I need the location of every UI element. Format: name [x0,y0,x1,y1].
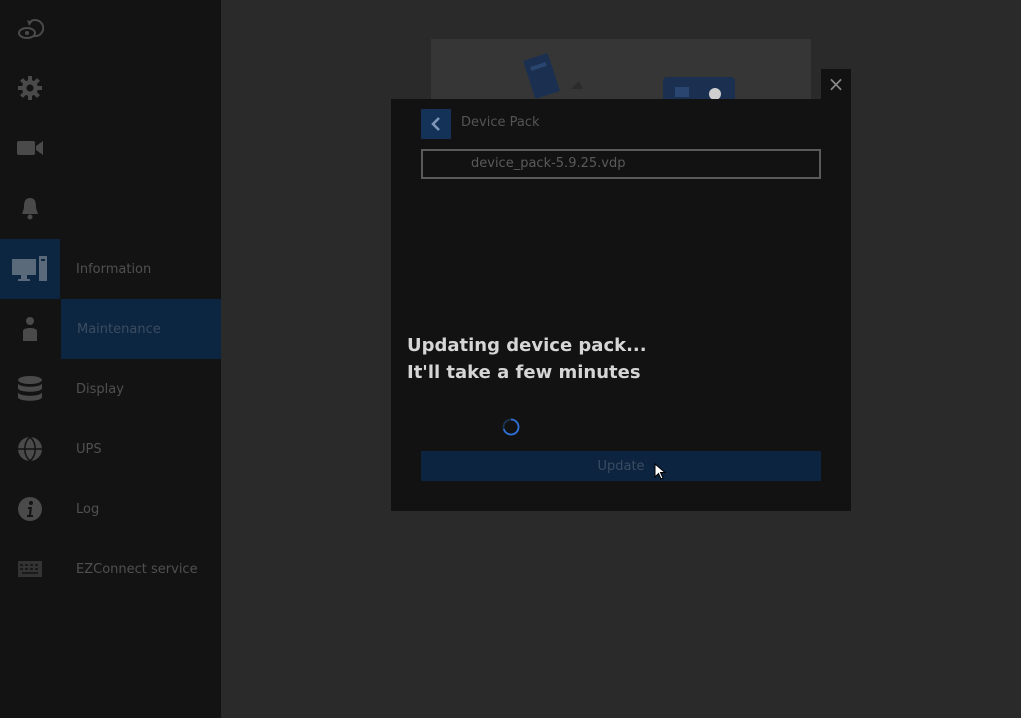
globe-icon [18,436,42,462]
rail-alarm-button[interactable] [0,178,60,238]
icon-rail [0,0,60,718]
submenu-item-label: Maintenance [77,321,161,337]
submenu-item-label: UPS [76,441,102,457]
database-icon [18,376,42,401]
loading-spinner-icon [502,418,520,436]
submenu-item-display[interactable]: Display [60,359,221,419]
submenu-item-label: Log [76,501,100,517]
close-icon: × [827,72,845,96]
close-button[interactable]: × [821,69,851,99]
update-button[interactable]: Update [421,451,821,481]
chevron-left-icon [431,117,440,131]
back-button[interactable] [421,109,451,139]
file-name-field[interactable]: device_pack-5.9.25.vdp [421,149,821,179]
monitor-icon [12,256,47,281]
info-icon [18,497,42,521]
rail-info-button[interactable] [0,479,60,539]
progress-message-line2: It'll take a few minutes [407,362,641,383]
rail-system-button[interactable] [0,239,60,299]
progress-message-line1: Updating device pack... [407,335,647,356]
rail-network-button[interactable] [0,419,60,479]
rail-storage-button[interactable] [0,359,60,419]
submenu-item-label: Information [76,261,152,277]
rail-ezconnect-button[interactable] [0,539,60,599]
keyboard-icon [18,561,42,577]
system-submenu: Information Maintenance Display UPS Log … [60,0,221,718]
update-button-label: Update [597,458,645,474]
rail-undo-button[interactable] [0,0,60,60]
rail-user-button[interactable] [0,299,60,359]
submenu-item-ups[interactable]: UPS [60,419,221,479]
bell-icon [22,198,38,220]
mouse-cursor-icon [654,463,667,480]
rail-camera-button[interactable] [0,118,60,178]
submenu-item-maintenance[interactable]: Maintenance [61,299,221,359]
submenu-item-label: Display [76,381,124,397]
file-name-value: device_pack-5.9.25.vdp [471,156,626,171]
camera-icon [17,141,43,155]
dialog-title: Device Pack [461,115,540,130]
rail-settings-button[interactable] [0,58,60,118]
undo-eye-icon [18,19,44,39]
submenu-item-label: EZConnect service [76,561,198,577]
submenu-item-log[interactable]: Log [60,479,221,539]
gear-icon [18,76,42,100]
progress-message: Updating device pack... It'll take a few… [407,332,647,386]
device-pack-dialog: Device Pack device_pack-5.9.25.vdp Updat… [391,99,851,511]
submenu-item-information[interactable]: Information [60,239,221,299]
user-icon [23,317,37,341]
submenu-item-ezconnect[interactable]: EZConnect service [60,539,221,599]
